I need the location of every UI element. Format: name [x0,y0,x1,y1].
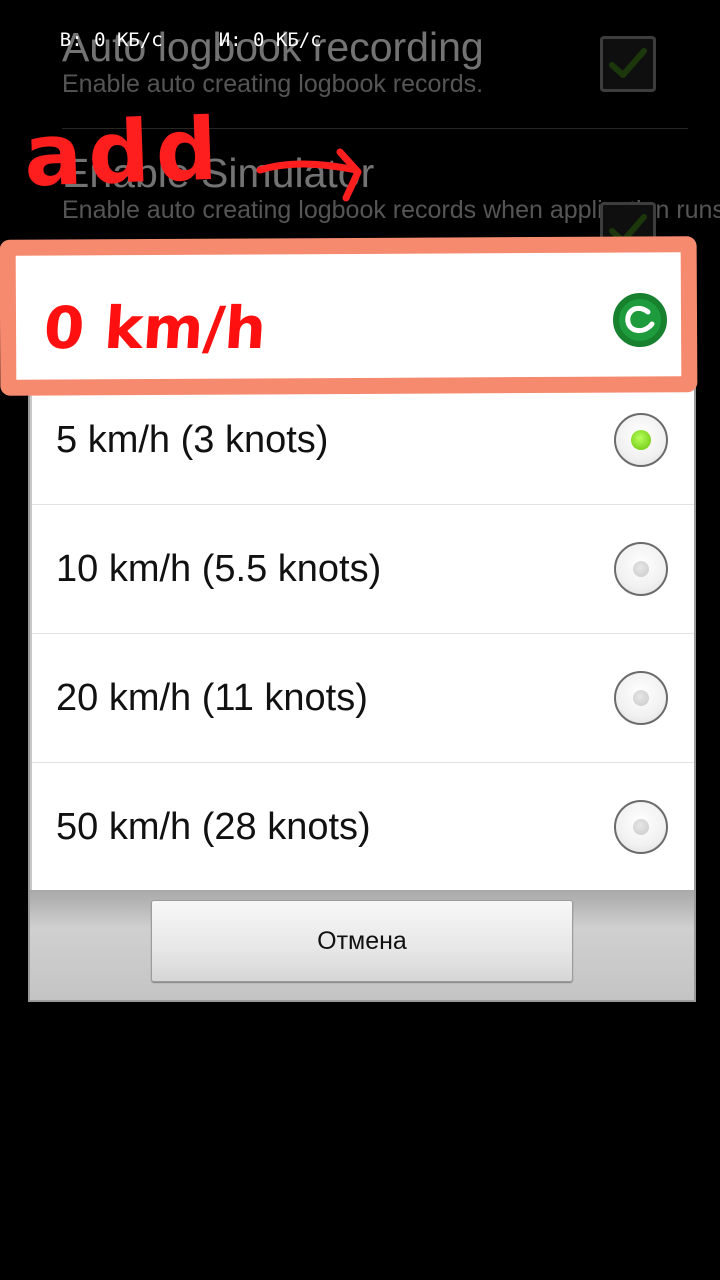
checkmark-icon [609,214,647,244]
pref-summary: Enable auto creating logbook records whe… [62,196,720,224]
radio-dot [633,819,649,835]
pref-summary: Enable auto creating logbook records. [62,70,484,98]
download-speed: В: 0 КБ/с [59,29,163,51]
option-label: 10 km/h (5.5 knots) [56,548,382,590]
option-label: 20 km/h (11 knots) [56,677,368,719]
upload-speed: И: 0 КБ/с [218,29,322,51]
radio-button[interactable] [614,671,668,725]
radio-dot [633,690,649,706]
pref-enable-simulator[interactable]: Enable Simulator Enable auto creating lo… [62,150,720,224]
checkmark-icon [609,48,647,78]
option-5kmh[interactable]: 5 km/h (3 knots) [32,376,694,505]
radio-button[interactable] [614,800,668,854]
radio-button[interactable] [614,413,668,467]
radio-button[interactable] [614,542,668,596]
pref-auto-logbook-checkbox[interactable] [600,36,656,92]
option-10kmh[interactable]: 10 km/h (5.5 knots) [32,505,694,634]
option-list: 5 km/h (3 knots) 10 km/h (5.5 knots) 20 … [32,262,694,892]
status-bar: В: 0 КБ/с И: 0 КБ/с [14,4,322,51]
pref-divider [62,128,688,129]
radio-selected-dot [631,430,651,450]
option-20kmh[interactable]: 20 km/h (11 knots) [32,634,694,763]
radio-dot [633,561,649,577]
speed-choice-dialog: 5 km/h (3 knots) 10 km/h (5.5 knots) 20 … [28,260,696,1002]
option-label: 50 km/h (28 knots) [56,806,371,848]
cancel-button[interactable]: Отмена [151,900,573,982]
pref-enable-simulator-checkbox[interactable] [600,202,656,258]
screen: В: 0 КБ/с И: 0 КБ/с Auto logbook recordin… [0,0,720,1280]
dialog-button-bar: Отмена [30,890,694,1000]
option-50kmh[interactable]: 50 km/h (28 knots) [32,763,694,892]
option-label: 5 km/h (3 knots) [56,419,329,461]
pref-title: Enable Simulator [62,150,375,196]
